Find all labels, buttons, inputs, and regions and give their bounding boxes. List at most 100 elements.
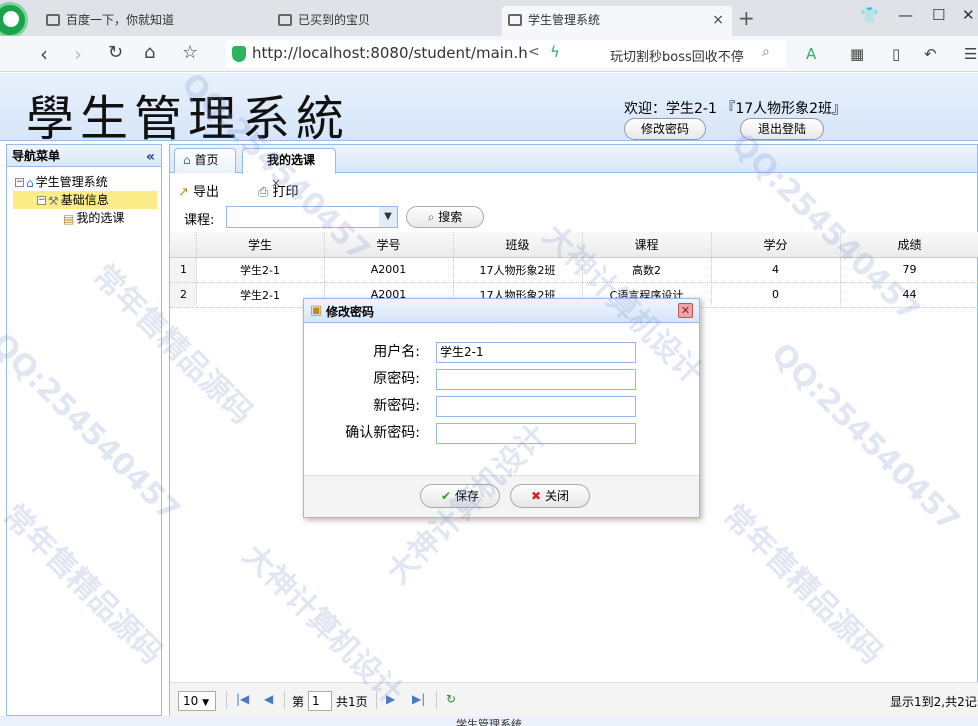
- tab-label: 首页: [194, 153, 219, 167]
- browser-tab-title: 已买到的宝贝: [298, 13, 371, 27]
- export-label: 导出: [193, 185, 220, 200]
- tree-node-root[interactable]: − ⌂ 学生管理系统: [7, 173, 161, 191]
- column-header[interactable]: 课程: [582, 232, 712, 258]
- back-icon[interactable]: ‹: [40, 42, 48, 66]
- url-text[interactable]: http://localhost:8080/student/main.h: [252, 44, 528, 62]
- printer-icon: ⎙: [258, 185, 269, 200]
- collapse-toggle-icon[interactable]: −: [15, 178, 24, 187]
- close-button[interactable]: ✖ 关闭: [510, 484, 590, 508]
- tree-node-basic-info[interactable]: − ⚒ 基础信息: [13, 191, 157, 209]
- table-cell: A2001: [324, 257, 454, 283]
- speed-mode-icon[interactable]: ϟ: [550, 43, 560, 61]
- close-window-icon[interactable]: ✕: [962, 6, 975, 24]
- save-button[interactable]: ✔ 保存: [420, 484, 500, 508]
- course-label: 课程:: [184, 213, 215, 228]
- username-field[interactable]: 学生2-1: [436, 342, 636, 363]
- app-header: 學生管理系統 欢迎：学生2-1 『17人物形象2班』 修改密码 退出登陆: [0, 73, 978, 147]
- confirm-password-label: 确认新密码:: [345, 425, 420, 441]
- row-number: 1: [170, 257, 197, 283]
- column-header[interactable]: 学生: [196, 232, 325, 258]
- url-box[interactable]: http://localhost:8080/student/main.h < ϟ…: [226, 40, 786, 68]
- translate-icon[interactable]: A: [806, 45, 816, 63]
- maximize-icon[interactable]: ☐: [932, 6, 945, 24]
- courses-table: 学生 学号 班级 课程 学分 成绩 1 学生2-1 A2001 17人物形象2班…: [170, 232, 978, 308]
- page-size-select[interactable]: 10 ▼: [178, 691, 216, 711]
- page-number-input[interactable]: 1: [308, 691, 332, 711]
- address-bar: ‹ › ↻ ⌂ ☆ http://localhost:8080/student/…: [0, 36, 978, 72]
- change-password-button[interactable]: 修改密码: [624, 118, 706, 140]
- search-icon[interactable]: ⌕: [762, 44, 770, 60]
- table-cell: 0: [711, 282, 841, 308]
- page-total: 共1页: [336, 695, 368, 709]
- app-root: 學生管理系統 欢迎：学生2-1 『17人物形象2班』 修改密码 退出登陆 导航菜…: [0, 73, 978, 726]
- forward-icon[interactable]: ›: [74, 42, 82, 66]
- apps-grid-icon[interactable]: ▦: [850, 45, 864, 63]
- old-password-field[interactable]: [436, 369, 636, 390]
- divider: [376, 691, 377, 709]
- old-password-row: 原密码:: [304, 368, 701, 390]
- print-button[interactable]: ⎙ 打印: [258, 181, 299, 200]
- browser-tab-bar: 百度一下，你就知道 已买到的宝贝 学生管理系统 × + 👕 — ☐ ✕: [0, 0, 978, 38]
- column-header[interactable]: 班级: [453, 232, 583, 258]
- divider: [436, 691, 437, 709]
- tree-node-my-courses[interactable]: ▤ 我的选课: [7, 209, 161, 227]
- tab-close-icon[interactable]: ×: [712, 6, 724, 34]
- new-tab-button[interactable]: +: [738, 6, 755, 30]
- browser-tab[interactable]: 百度一下，你就知道: [40, 6, 262, 36]
- first-page-icon[interactable]: |◀: [236, 692, 249, 706]
- skin-icon[interactable]: 👕: [860, 6, 879, 24]
- column-header[interactable]: 成绩: [840, 232, 978, 258]
- page-info: 显示1到2,共2记录: [890, 695, 978, 709]
- column-header[interactable]: 学分: [711, 232, 841, 258]
- collapse-toggle-icon[interactable]: −: [37, 196, 46, 205]
- tab-home[interactable]: ⌂ 首页: [174, 148, 236, 173]
- column-header[interactable]: 学号: [324, 232, 454, 258]
- nav-panel-title: 导航菜单: [12, 149, 61, 163]
- device-icon[interactable]: ▯: [892, 45, 900, 63]
- table-row[interactable]: 1 学生2-1 A2001 17人物形象2班 高数2 4 79: [170, 257, 978, 283]
- refresh-icon[interactable]: ↻: [446, 692, 456, 706]
- old-password-label: 原密码:: [373, 371, 420, 387]
- course-select[interactable]: ▼: [226, 206, 398, 228]
- tab-my-courses[interactable]: 我的选课×: [242, 148, 336, 190]
- browser-tab-title: 学生管理系统: [528, 13, 601, 27]
- home-icon[interactable]: ⌂: [144, 42, 155, 63]
- logout-button[interactable]: 退出登陆: [740, 118, 824, 140]
- collapse-icon[interactable]: «: [146, 146, 155, 168]
- reload-icon[interactable]: ↻: [108, 42, 123, 63]
- last-page-icon[interactable]: ▶|: [412, 692, 425, 706]
- search-box-text[interactable]: 玩切割秒boss回收不停: [610, 46, 744, 65]
- next-page-icon[interactable]: ▶: [386, 692, 395, 706]
- app-footer: 学生管理系统: [0, 716, 978, 726]
- search-label: 搜索: [438, 210, 463, 224]
- chevron-down-icon: ▼: [202, 698, 210, 708]
- close-icon[interactable]: ✕: [678, 303, 693, 318]
- share-icon[interactable]: <: [528, 44, 540, 60]
- confirm-password-field[interactable]: [436, 423, 636, 444]
- prev-page-icon[interactable]: ◀: [264, 692, 273, 706]
- bookmark-star-icon[interactable]: ☆: [182, 42, 198, 63]
- new-password-label: 新密码:: [373, 398, 420, 414]
- minimize-icon[interactable]: —: [898, 6, 913, 24]
- new-password-field[interactable]: [436, 396, 636, 417]
- security-shield-icon: [232, 46, 246, 62]
- page-size-value: 10: [183, 694, 199, 708]
- dialog-title: 修改密码: [326, 305, 375, 319]
- undo-icon[interactable]: ↶: [924, 45, 937, 63]
- tree-node-label: 基础信息: [60, 193, 109, 207]
- new-password-row: 新密码:: [304, 395, 701, 417]
- export-button[interactable]: ↗ 导出: [178, 181, 219, 200]
- confirm-password-row: 确认新密码:: [304, 422, 701, 444]
- search-button[interactable]: ⌕ 搜索: [406, 206, 484, 228]
- browser-tab[interactable]: 已买到的宝贝: [272, 6, 494, 36]
- menu-icon[interactable]: ☰: [964, 45, 977, 63]
- save-label: 保存: [454, 489, 479, 503]
- divider: [226, 691, 227, 709]
- page-prefix: 第: [292, 695, 305, 709]
- table-cell: 79: [840, 257, 978, 283]
- footer-text: 学生管理系统: [456, 718, 522, 726]
- chevron-down-icon[interactable]: ▼: [379, 207, 397, 227]
- username-label: 用户名:: [373, 344, 420, 360]
- browser-tab-active[interactable]: 学生管理系统 ×: [502, 6, 732, 36]
- browser-tab-title: 百度一下，你就知道: [66, 13, 175, 27]
